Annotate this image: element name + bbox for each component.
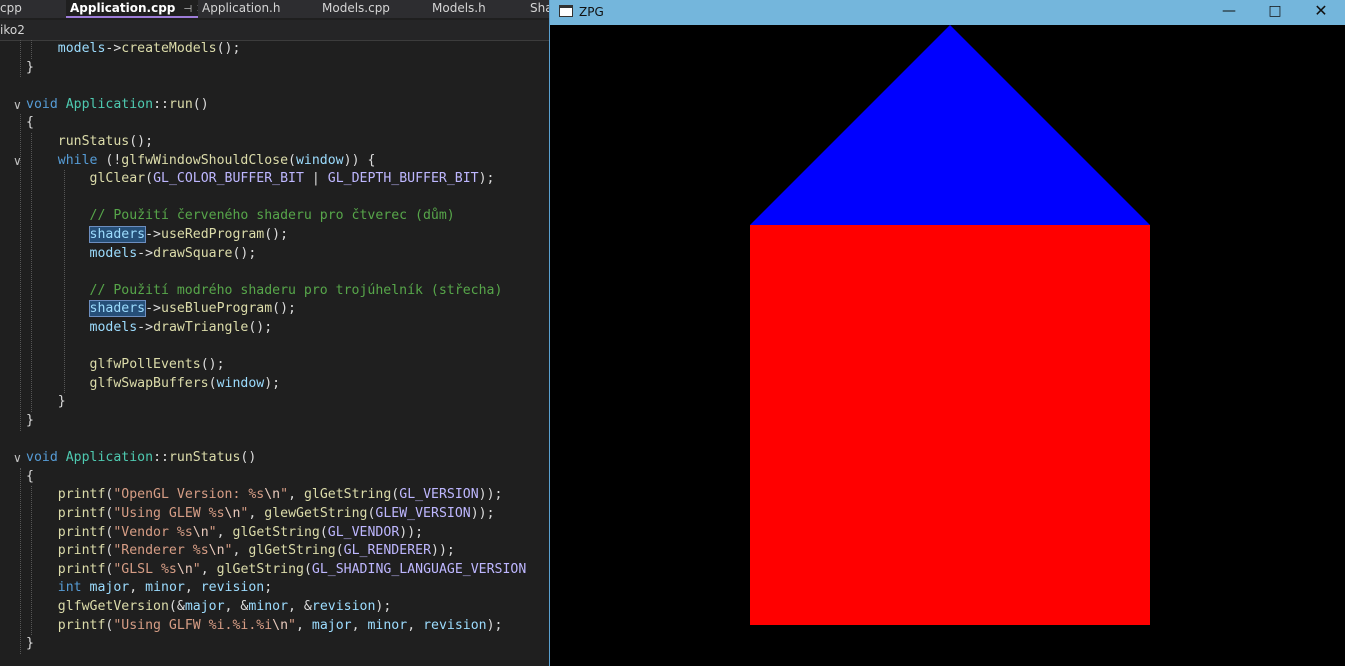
close-icon[interactable]: ✕	[1298, 0, 1344, 25]
pin-icon[interactable]: ⊣	[183, 4, 192, 15]
tab-sha[interactable]: Sha	[526, 0, 549, 18]
tab-application-cpp[interactable]: Application.cpp⊣✕	[66, 0, 198, 18]
render-viewport[interactable]	[550, 25, 1345, 666]
code-line[interactable]: printf("Vendor %s\n", glGetString(GL_VEN…	[26, 524, 423, 542]
code-editor-panel: cppApplication.cpp⊣✕Application.hModels.…	[0, 0, 549, 666]
window-titlebar[interactable]: ZPG — □ ✕	[550, 0, 1345, 25]
tab-models-cpp[interactable]: Models.cpp	[318, 0, 428, 18]
red-square-house	[750, 225, 1150, 625]
code-line[interactable]: glfwGetVersion(&major, &minor, &revision…	[26, 598, 392, 616]
indent-guide	[20, 40, 21, 78]
code-line[interactable]: // Použití modrého shaderu pro trojúheln…	[26, 282, 503, 300]
code-line[interactable]: }	[26, 59, 34, 77]
indent-guide	[64, 170, 65, 394]
code-line[interactable]: {	[26, 468, 34, 486]
tab-cpp[interactable]: cpp	[0, 0, 52, 18]
indent-guide	[20, 467, 21, 654]
code-line[interactable]: void Application::runStatus()	[26, 449, 256, 467]
tab-label: Application.h	[202, 1, 281, 15]
code-line[interactable]: models->drawTriangle();	[26, 319, 273, 337]
zpg-window: ZPG — □ ✕	[549, 0, 1345, 666]
chevron-down-icon[interactable]: ∨	[13, 96, 22, 114]
code-line[interactable]: printf("Using GLEW %s\n", glewGetString(…	[26, 505, 495, 523]
indent-guide	[31, 133, 32, 412]
code-line[interactable]: printf("Using GLFW %i.%i.%i\n", major, m…	[26, 617, 503, 635]
code-line[interactable]: int major, minor, revision;	[26, 579, 272, 597]
scope-dropdown[interactable]: iko2	[0, 22, 25, 38]
tab-label: Sha	[530, 1, 549, 15]
code-line[interactable]: printf("Renderer %s\n", glGetString(GL_R…	[26, 542, 455, 560]
code-line[interactable]: }	[26, 412, 34, 430]
code-line[interactable]: shaders->useBlueProgram();	[26, 300, 296, 318]
code-line[interactable]: glClear(GL_COLOR_BUFFER_BIT | GL_DEPTH_B…	[26, 170, 495, 188]
maximize-icon[interactable]: □	[1252, 0, 1298, 25]
indent-guide	[31, 40, 32, 59]
code-line[interactable]: models->createModels();	[26, 40, 241, 58]
tab-label: cpp	[0, 1, 22, 15]
code-line[interactable]: printf("OpenGL Version: %s\n", glGetStri…	[26, 486, 503, 504]
code-line[interactable]: // Použití červeného shaderu pro čtverec…	[26, 207, 455, 225]
indent-guide	[31, 486, 32, 636]
code-line[interactable]: while (!glfwWindowShouldClose(window)) {	[26, 152, 376, 170]
window-title: ZPG	[579, 5, 604, 19]
code-line[interactable]: void Application::run()	[26, 96, 209, 114]
indent-guide	[20, 114, 21, 431]
tab-label: Models.cpp	[322, 1, 390, 15]
code-line[interactable]: }	[26, 635, 34, 653]
minimize-icon[interactable]: —	[1206, 0, 1252, 25]
code-line[interactable]: {	[26, 114, 34, 132]
code-line[interactable]: glfwPollEvents();	[26, 356, 225, 374]
blue-triangle-roof	[750, 25, 1150, 225]
tab-models-h[interactable]: Models.h	[428, 0, 526, 18]
tab-application-h[interactable]: Application.h	[198, 0, 314, 18]
code-line[interactable]: printf("GLSL %s\n", glGetString(GL_SHADI…	[26, 561, 527, 579]
code-line[interactable]: runStatus();	[26, 133, 153, 151]
editor-tab-bar: cppApplication.cpp⊣✕Application.hModels.…	[0, 0, 549, 18]
code-line[interactable]: shaders->useRedProgram();	[26, 226, 288, 244]
navigation-bar: iko2	[0, 20, 549, 41]
code-line[interactable]: models->drawSquare();	[26, 245, 257, 263]
tab-label: Application.cpp	[70, 1, 176, 15]
tab-label: Models.h	[432, 1, 486, 15]
app-window-icon	[559, 5, 573, 17]
chevron-down-icon[interactable]: ∨	[13, 449, 22, 467]
